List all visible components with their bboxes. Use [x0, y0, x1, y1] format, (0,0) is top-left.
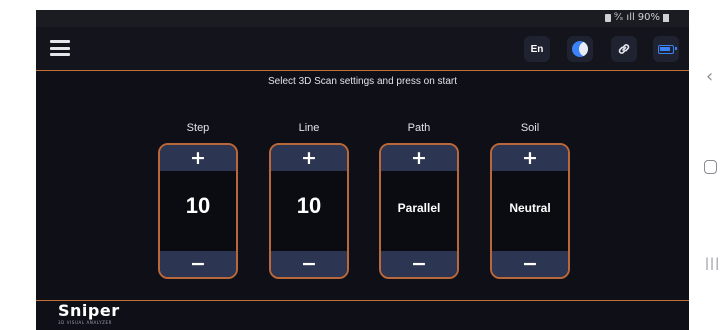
path-label: Path — [407, 122, 431, 134]
half-moon-icon — [572, 41, 588, 57]
step-label: Step — [186, 122, 210, 134]
home-nav-icon[interactable] — [704, 160, 717, 174]
soil-card: + Neutral − — [490, 143, 570, 279]
line-label: Line — [298, 122, 320, 134]
path-control: Path + Parallel − — [379, 122, 459, 279]
soil-minus-button[interactable]: − — [492, 251, 568, 277]
connection-button[interactable] — [611, 36, 637, 62]
soil-value: Neutral — [509, 201, 551, 215]
line-card: + 10 − — [269, 143, 349, 279]
theme-toggle-button[interactable] — [567, 36, 593, 62]
status-indicators: ⁹⁄ₛ ıll 90% — [604, 12, 669, 23]
step-value: 10 — [185, 193, 211, 218]
sniper-logo: Sniper 3D VISUAL ANALYZER — [58, 302, 138, 330]
line-control: Line + 10 − — [269, 122, 349, 279]
battery-icon — [658, 44, 677, 54]
path-plus-button[interactable]: + — [381, 145, 457, 171]
line-value: 10 — [296, 193, 322, 218]
logo-text: Sniper — [58, 301, 120, 320]
battery-status-icon — [663, 13, 669, 22]
soil-label: Soil — [520, 122, 540, 134]
bottom-divider — [36, 300, 689, 301]
app-bar: En — [36, 27, 689, 71]
step-plus-button[interactable]: + — [160, 145, 236, 171]
status-bar: ⁹⁄ₛ ıll 90% — [36, 10, 689, 27]
step-control: Step + 10 − — [158, 122, 238, 279]
path-minus-button[interactable]: − — [381, 251, 457, 277]
line-plus-button[interactable]: + — [271, 145, 347, 171]
signal-text: ⁹⁄ₛ ıll — [613, 12, 635, 23]
instruction-text: Select 3D Scan settings and press on sta… — [268, 76, 457, 87]
language-button[interactable]: En — [524, 36, 550, 62]
step-card: + 10 − — [158, 143, 238, 279]
soil-plus-button[interactable]: + — [492, 145, 568, 171]
back-nav-icon[interactable]: ‹ — [706, 66, 713, 87]
lock-icon — [604, 13, 611, 22]
hamburger-icon[interactable] — [50, 40, 70, 56]
path-card: + Parallel − — [379, 143, 459, 279]
step-minus-button[interactable]: − — [160, 251, 236, 277]
battery-percent: 90% — [637, 12, 660, 23]
battery-button[interactable] — [653, 36, 679, 62]
app-screen: ⁹⁄ₛ ıll 90% En Select 3D Scan settings a… — [36, 10, 689, 330]
logo-subtitle: 3D VISUAL ANALYZER — [58, 320, 112, 325]
recents-nav-icon[interactable]: ||| — [705, 256, 720, 270]
soil-control: Soil + Neutral − — [490, 122, 570, 279]
path-value: Parallel — [397, 201, 441, 215]
link-icon — [618, 44, 630, 54]
line-minus-button[interactable]: − — [271, 251, 347, 277]
